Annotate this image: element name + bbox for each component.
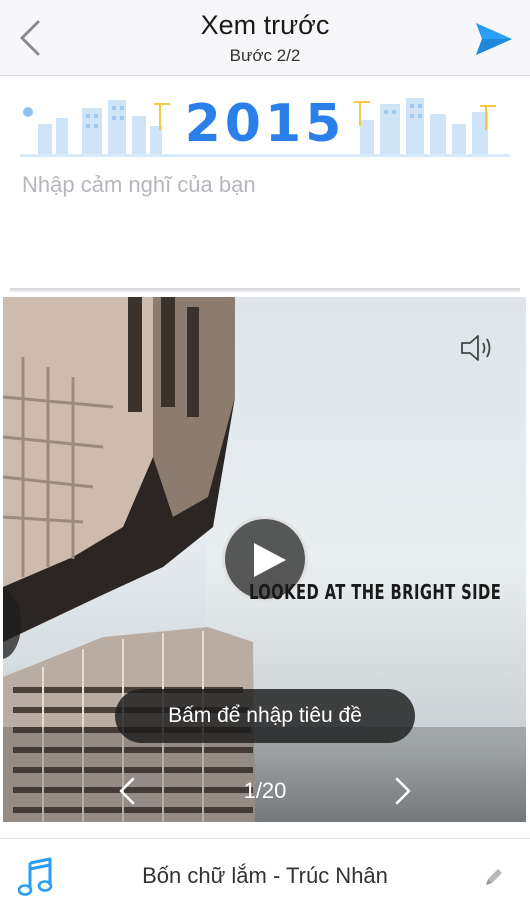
year-title: 2015 bbox=[184, 94, 346, 154]
year-banner: 2015 bbox=[20, 90, 510, 160]
nav-header: Xem trước Bước 2/2 bbox=[0, 0, 530, 76]
step-indicator: Bước 2/2 bbox=[229, 46, 301, 65]
send-button[interactable] bbox=[474, 20, 514, 58]
page-title: Xem trước bbox=[200, 10, 330, 40]
play-icon bbox=[254, 543, 286, 577]
music-note-icon bbox=[17, 857, 53, 896]
divider bbox=[10, 288, 520, 292]
pencil-icon bbox=[486, 869, 502, 885]
sound-toggle-button[interactable] bbox=[458, 333, 498, 363]
edit-song-button[interactable] bbox=[484, 867, 504, 887]
music-button[interactable] bbox=[17, 857, 54, 897]
photo-caption: LOOKED AT THE BRIGHT SIDE bbox=[249, 580, 502, 604]
chevron-right-icon bbox=[395, 777, 411, 805]
send-icon bbox=[476, 23, 512, 55]
enter-title-button[interactable]: Bấm để nhập tiêu đề bbox=[115, 689, 415, 743]
video-preview[interactable]: LOOKED AT THE BRIGHT SIDE Bấm để nhập ti… bbox=[3, 297, 526, 822]
chevron-left-icon bbox=[119, 777, 135, 805]
music-bar[interactable]: Bốn chữ lắm - Trúc Nhân bbox=[0, 838, 530, 912]
song-title: Bốn chữ lắm - Trúc Nhân bbox=[142, 863, 388, 888]
slide-counter: 1/20 bbox=[243, 778, 287, 803]
next-button[interactable] bbox=[389, 775, 415, 807]
previous-button[interactable] bbox=[115, 775, 141, 807]
speaker-icon bbox=[461, 335, 491, 361]
thought-input[interactable] bbox=[22, 172, 508, 272]
